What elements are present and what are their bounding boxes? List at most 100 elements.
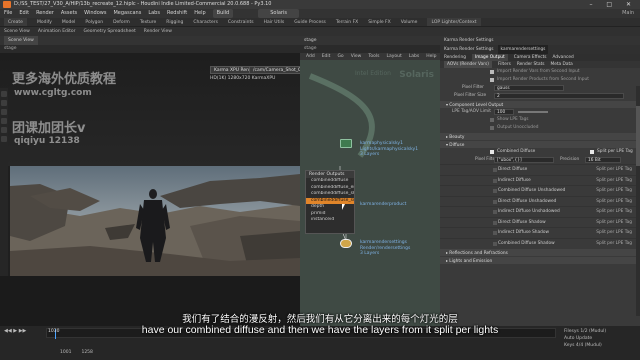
params-tab-image-output[interactable]: Image Output	[471, 54, 508, 61]
window-controls[interactable]: – □ ✕	[589, 0, 637, 9]
diffuse-filter-field[interactable]: ["ubox",{}]	[494, 157, 554, 163]
viewport-path[interactable]: stage	[0, 45, 300, 53]
lpe-checkbox[interactable]	[493, 168, 497, 172]
section-reflections[interactable]: Reflections and Refractions	[440, 249, 640, 256]
node-name-field[interactable]: karmarendersettings	[497, 45, 549, 54]
params-tab-rendering[interactable]: Rendering	[444, 54, 466, 61]
section-beauty[interactable]: Beauty	[440, 133, 640, 140]
lpe-checkbox[interactable]	[493, 189, 497, 193]
shelf-tab-modify[interactable]: Modify	[37, 18, 52, 26]
render-image[interactable]	[10, 166, 300, 276]
shelf-tab-terrain[interactable]: Terrain FX	[336, 18, 358, 26]
popup-item[interactable]: instanceid	[306, 217, 354, 224]
menu-megascans[interactable]: Megascans	[113, 9, 141, 18]
show-lpe-checkbox[interactable]	[490, 118, 494, 122]
range-start[interactable]: 1001	[60, 350, 71, 355]
menu-edit[interactable]: Edit	[19, 9, 29, 18]
range-end[interactable]: 1258	[81, 350, 92, 355]
lpe-checkbox[interactable]	[493, 241, 497, 246]
lpe-split[interactable]: Split per LPE Tag	[596, 239, 632, 250]
params-scrollbar[interactable]	[636, 86, 640, 316]
pixel-filter-size-field[interactable]: 2	[494, 93, 624, 99]
lpe-checkbox[interactable]	[493, 220, 497, 225]
import-vars-label: Import Render Vars from Second Input	[497, 69, 580, 74]
section-diffuse[interactable]: Diffuse	[440, 141, 640, 148]
auto-update-label[interactable]: Auto Update	[564, 335, 634, 342]
show-lpe-label: Show LPE Tags	[497, 117, 529, 122]
pane-tab-render-view[interactable]: Render View	[144, 27, 172, 36]
pane-tab-scene-view[interactable]: Scene View	[4, 27, 30, 36]
shelf-tab-characters[interactable]: Characters	[193, 18, 218, 26]
lpe-checkbox[interactable]	[493, 210, 497, 214]
shelf-tab-texture[interactable]: Texture	[140, 18, 156, 26]
build-dropdown[interactable]: Build	[212, 9, 234, 18]
params-subtab-meta[interactable]: Meta Data	[551, 61, 573, 68]
shelf-tab-deform[interactable]: Deform	[113, 18, 130, 26]
split-lpe-label: Split per LPE Tag	[597, 149, 633, 154]
watermark-line2: www.cgltg.com	[14, 88, 92, 98]
output-unoccluded-checkbox[interactable]	[490, 126, 494, 130]
lpe-checkbox[interactable]	[493, 199, 497, 204]
viewport-tab[interactable]: Scene View	[4, 36, 38, 45]
params-tab-advanced[interactable]: Advanced	[553, 54, 574, 61]
popup-item[interactable]: combineddiffuse_sky	[306, 191, 354, 198]
shelf-tab-volume[interactable]: Volume	[401, 18, 418, 26]
params-subtab-stats[interactable]: Render Stats	[517, 61, 545, 68]
section-lights[interactable]: Lights and Emission	[440, 257, 640, 264]
params-subtab-aovs[interactable]: AOVs (Render Vars)	[444, 61, 492, 68]
shelf-tab-constraints[interactable]: Constraints	[228, 18, 254, 26]
scale-tool-icon[interactable]	[1, 118, 7, 124]
view-tool-icon[interactable]	[1, 136, 7, 142]
import-vars-checkbox[interactable]	[490, 70, 494, 74]
select-tool-icon[interactable]	[1, 91, 7, 97]
menu-file[interactable]: File	[4, 9, 12, 18]
menu-windows[interactable]: Windows	[84, 9, 106, 18]
lpe-limit-label: LPE Tag/AOV Limit	[452, 109, 491, 114]
menu-assets[interactable]: Assets	[61, 9, 77, 18]
pane-tab-animation-editor[interactable]: Animation Editor	[38, 27, 76, 36]
lpe-checkbox[interactable]	[493, 231, 497, 235]
shelf-tab-lop-lighter[interactable]: LOP Lighter/Context	[427, 18, 481, 26]
lpe-checkbox[interactable]	[493, 178, 497, 183]
move-tool-icon[interactable]	[1, 100, 7, 106]
parameter-panel: Karma Render Settings Karma Render Setti…	[440, 36, 640, 326]
precision-select[interactable]: 16 Bit	[585, 157, 621, 163]
menu-redshift[interactable]: Redshift	[167, 9, 187, 18]
handle-tool-icon[interactable]	[1, 127, 7, 133]
shelf-tab-rigging[interactable]: Rigging	[166, 18, 183, 26]
camera-select[interactable]: /cam/Camera_Shot_01	[249, 66, 308, 74]
shelf-tab-hair[interactable]: Hair Utils	[264, 18, 285, 26]
pane-tab-geometry-spreadsheet[interactable]: Geometry Spreadsheet	[84, 27, 136, 36]
node-physicalsky[interactable]	[340, 139, 352, 148]
watermark-line4: qiqiyu 12138	[14, 136, 80, 146]
lpe-limit-slider[interactable]	[518, 111, 548, 113]
node-type-label: Karma Render Settings	[444, 47, 494, 52]
node-rendersettings[interactable]	[340, 239, 352, 248]
params-tab-camera-effects[interactable]: Camera Effects	[514, 54, 547, 61]
menu-render[interactable]: Render	[36, 9, 54, 18]
lpe-name: Combined Diffuse Shadow	[498, 240, 555, 246]
shelf-tab-polygon[interactable]: Polygon	[85, 18, 103, 26]
params-tabs: Rendering Image Output Camera Effects Ad…	[440, 54, 640, 61]
desktop-dropdown[interactable]: Main	[622, 9, 640, 18]
menu-help[interactable]: Help	[194, 9, 205, 18]
context-dropdown[interactable]: Solaris	[258, 9, 299, 18]
lpe-limit-field[interactable]: 100	[494, 109, 514, 115]
split-lpe-checkbox[interactable]	[590, 150, 594, 154]
title-bar: D:/SS_TEST/27_V30_A/HIP/13b_recreate_12.…	[0, 0, 640, 9]
params-subtab-filters[interactable]: Filters	[498, 61, 511, 68]
shelf-tab-model[interactable]: Model	[62, 18, 76, 26]
shelf-tab-guide[interactable]: Guide Process	[294, 18, 326, 26]
shelf-tab-create[interactable]: Create	[4, 18, 27, 26]
combined-diffuse-checkbox[interactable]	[490, 150, 494, 154]
menu-labs[interactable]: Labs	[148, 9, 160, 18]
shelf-tab-simplefx[interactable]: Simple FX	[368, 18, 390, 26]
subtitle-zh: 我们有了结合的漫反射，然后我们有从它分离出来的每个灯光的层	[182, 314, 458, 325]
import-products-checkbox[interactable]	[490, 78, 494, 82]
popup-item[interactable]: combineddiffuse	[306, 178, 354, 185]
lpe-row: Indirect Diffuse Shadow Split per LPE Tag	[440, 227, 640, 238]
pixel-filter-field[interactable]: gauss	[494, 85, 564, 91]
scrollbar-thumb[interactable]	[636, 106, 640, 166]
section-component[interactable]: Component Level Output	[440, 101, 640, 108]
rotate-tool-icon[interactable]	[1, 109, 7, 115]
